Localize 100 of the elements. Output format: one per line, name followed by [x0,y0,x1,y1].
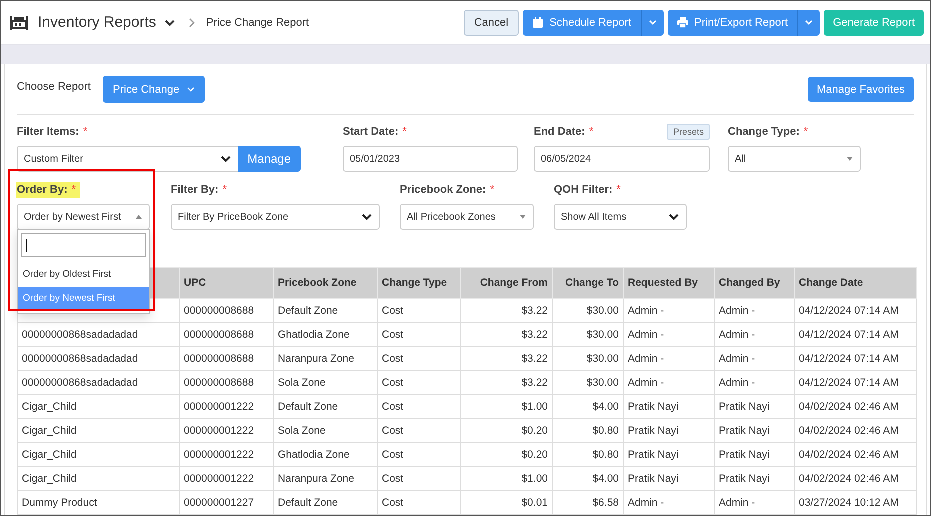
table-cell: Admin - [714,346,794,370]
table-cell: $30.00 [552,298,624,322]
required-mark: * [72,184,76,196]
column-header[interactable]: Change Type [378,268,460,298]
table-cell: Cost [378,442,460,466]
select-field[interactable]: Filter By PriceBook Zone [171,204,380,230]
table-cell: $0.20 [460,418,552,442]
table-cell: Cigar_Child [18,418,180,442]
breadcrumb[interactable]: Price Change Report [206,16,310,28]
caret-icon [804,18,814,26]
table-cell: 04/02/2024 02:46 AM [794,442,916,466]
table-cell: Naranpura Zone [274,346,378,370]
column-header[interactable]: UPC [180,268,274,298]
select-field[interactable]: Show All Items [554,204,687,230]
date-field[interactable]: 06/05/2024 [534,146,710,172]
select-field[interactable]: Order by Newest First [17,204,150,230]
table-cell: 000000001222 [180,394,274,418]
field-label: End Date: [534,126,586,138]
table-cell: $4.00 [552,394,624,418]
page-title: Inventory Reports [38,14,156,31]
table-cell: Pratik Nayi [624,466,714,490]
table-cell: 000000008688 [180,370,274,394]
table-cell: Cost [378,418,460,442]
table-cell: Dummy Product [18,490,180,514]
column-header[interactable]: Change To [552,268,624,298]
table-cell: Ghatlodia Zone [274,322,378,346]
table-cell: $30.00 [552,322,624,346]
required-mark: * [490,184,494,196]
table-cell: Cost [378,298,460,322]
field-label: Order By: [17,184,68,196]
table-cell: Cost [378,490,460,514]
table-cell: Cost [378,346,460,370]
table-cell: 04/12/2024 07:14 AM [794,370,916,394]
presets-button[interactable]: Presets [667,124,710,140]
choose-report-label: Choose Report [17,81,91,93]
table-cell: $0.80 [552,442,624,466]
table-cell: 04/02/2024 02:46 AM [794,418,916,442]
table-cell: $1.00 [460,394,552,418]
table-cell: 00000000868sadadadad [18,346,180,370]
caret-down-icon [846,155,854,163]
table-cell: $3.22 [460,370,552,394]
dropdown-toggle-button[interactable] [640,10,664,36]
table-cell: $0.20 [460,442,552,466]
table-cell: Admin - [624,490,714,514]
column-header[interactable]: Requested By [624,268,714,298]
table-cell: $0.01 [460,490,552,514]
table-cell: 04/12/2024 07:14 AM [794,322,916,346]
table-cell: Naranpura Zone [274,466,378,490]
search-field[interactable] [21,233,146,257]
table-cell: $0.80 [552,418,624,442]
table-cell: 000000001222 [180,442,274,466]
table-cell: Admin - [624,370,714,394]
table-cell: 04/02/2024 02:46 AM [794,466,916,490]
select-field[interactable]: All [728,146,861,172]
table-cell: 000000001222 [180,418,274,442]
caret-up-icon [135,213,143,221]
table-cell: Cigar_Child [18,442,180,466]
table-cell: 000000001227 [180,490,274,514]
breadcrumb-separator-icon [188,18,196,28]
column-header[interactable]: Pricebook Zone [274,268,378,298]
column-header[interactable]: Change Date [794,268,916,298]
table-cell: Cost [378,370,460,394]
field-label: Change Type: [728,126,800,138]
column-header[interactable]: Changed By [714,268,794,298]
table-cell: Admin - [714,370,794,394]
caret-icon [648,18,658,26]
table-cell: Default Zone [274,298,378,322]
select-field[interactable]: All Pricebook Zones [400,204,534,230]
table-cell: $3.22 [460,322,552,346]
table-cell: Pratik Nayi [624,394,714,418]
printer-icon [676,16,689,28]
dropdown-option[interactable]: Order by Oldest First [18,263,149,287]
caret-down-icon [519,213,527,221]
table-cell: Admin - [714,322,794,346]
table-cell: 00000000868sadadadad [18,370,180,394]
column-header[interactable]: Change From [460,268,552,298]
table-cell: $3.22 [460,298,552,322]
cancel-button[interactable]: Cancel [464,10,519,36]
table-cell: Cigar_Child [18,394,180,418]
table-cell: Sola Zone [274,418,378,442]
dropdown-toggle-button[interactable] [797,10,820,36]
table-cell: 04/12/2024 07:14 AM [794,298,916,322]
select-field[interactable]: Custom Filter [17,146,238,172]
table-cell: Default Zone [274,490,378,514]
field-label: Start Date: [343,126,399,138]
table-cell: $3.22 [460,346,552,370]
date-field[interactable]: 05/01/2023 [343,146,518,172]
field-label: Filter Items: [17,126,80,138]
table-cell: Cost [378,466,460,490]
table-cell: Admin - [714,298,794,322]
required-mark: * [804,126,808,138]
table-cell: $6.58 [552,490,624,514]
table-cell: Admin - [624,298,714,322]
required-mark: * [616,184,621,196]
table-cell: Admin - [624,346,714,370]
table-cell: 04/02/2024 02:46 AM [794,394,916,418]
table-cell: Ghatlodia Zone [274,442,378,466]
table-cell: Admin - [714,490,794,514]
table-cell: 00000000868sadadadad [18,322,180,346]
chevron-down-icon [220,154,232,164]
